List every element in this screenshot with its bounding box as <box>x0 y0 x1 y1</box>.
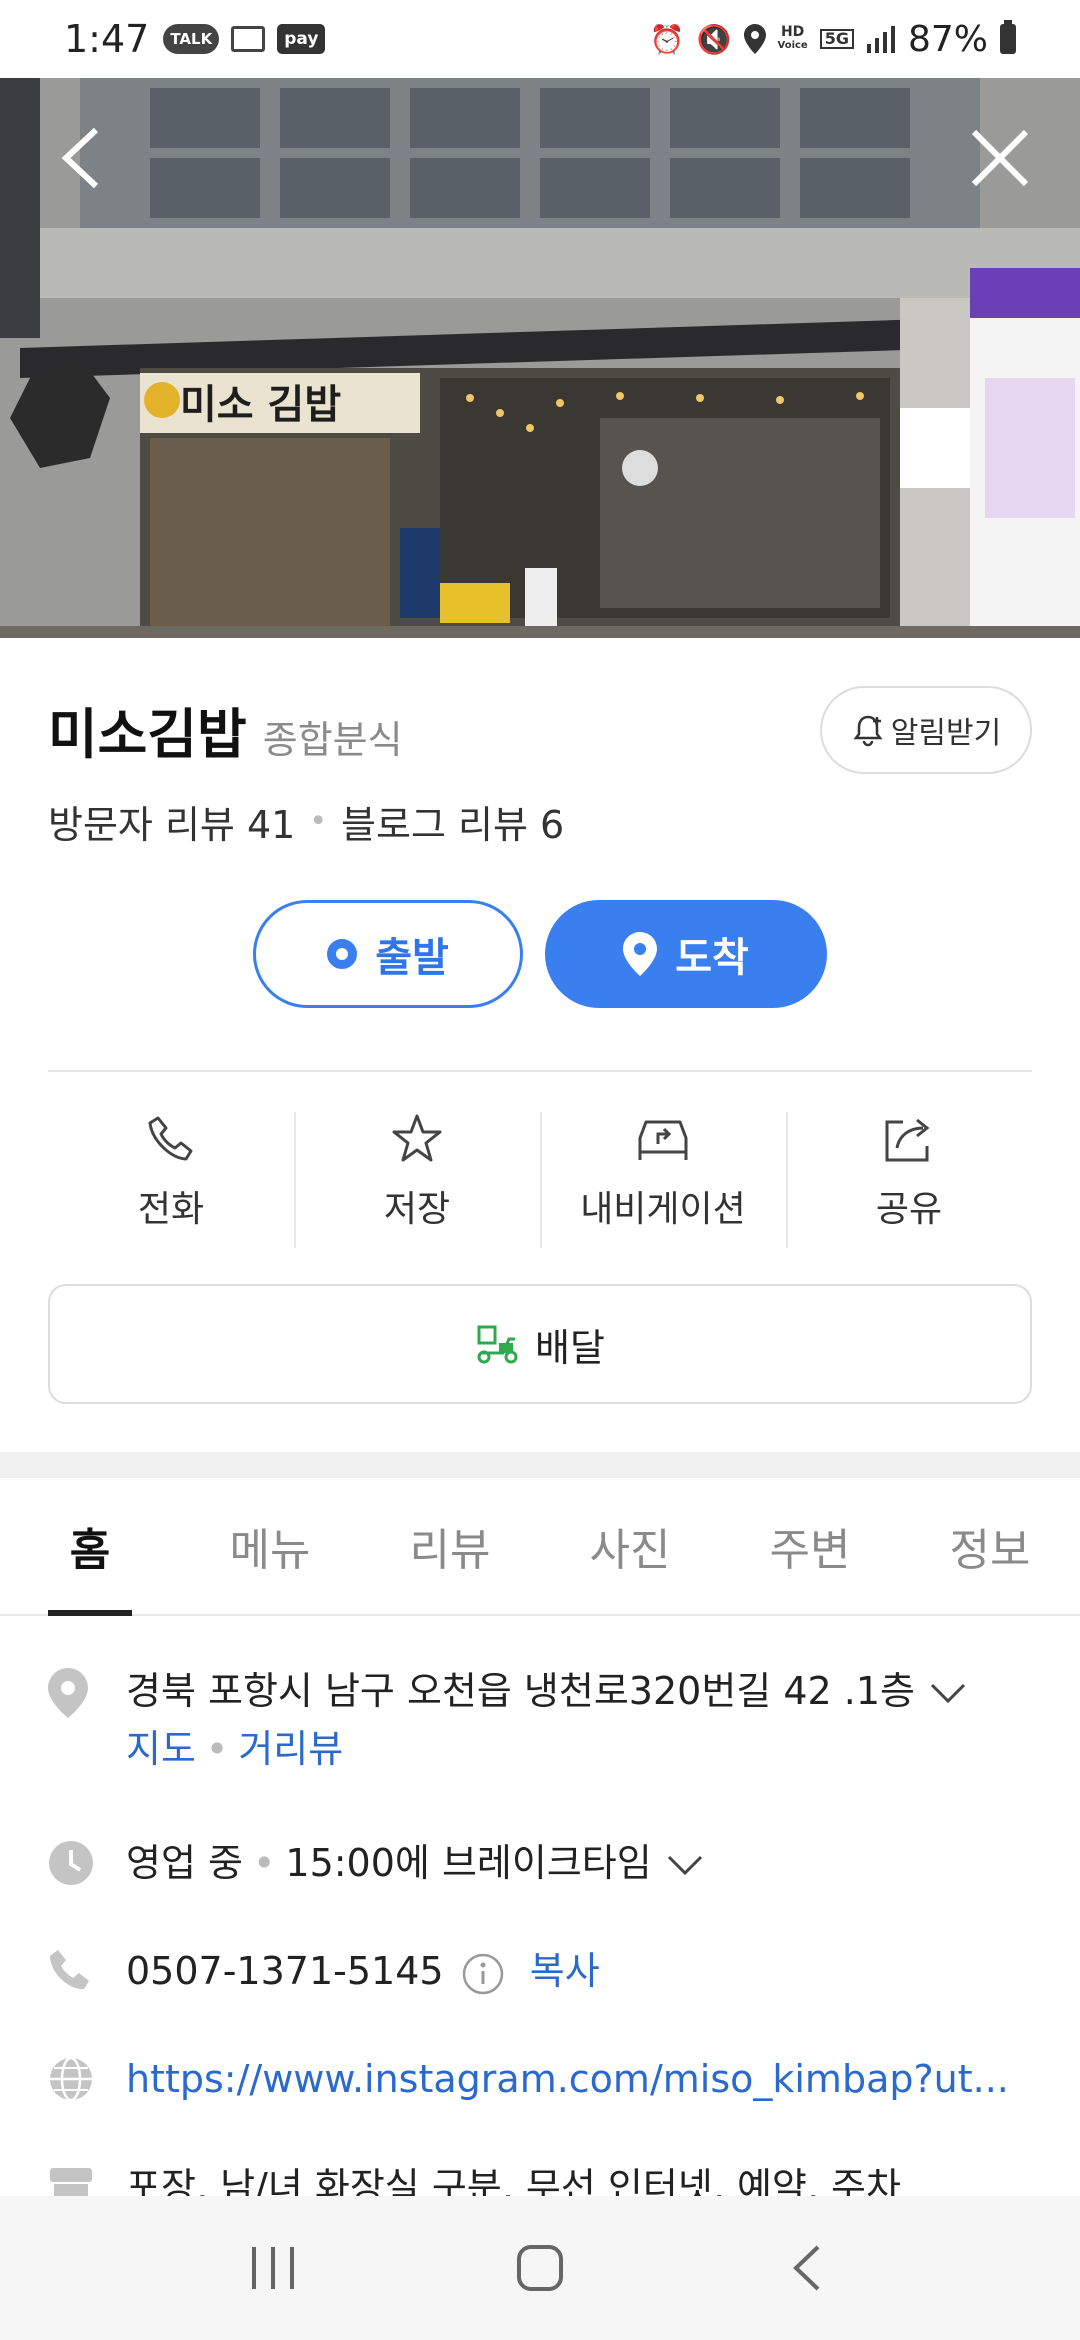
status-time: 1:47 <box>64 17 150 61</box>
delivery-scooter-icon <box>477 1325 518 1364</box>
street-view-link[interactable]: 거리뷰 <box>238 1727 343 1771</box>
system-back-button[interactable] <box>747 2228 867 2308</box>
delivery-button[interactable]: 배달 <box>48 1284 1032 1404</box>
storefront-photo: 미소 김밥 <box>0 78 1080 638</box>
back-button[interactable] <box>40 118 120 198</box>
location-icon <box>743 24 766 54</box>
share-icon <box>885 1118 930 1162</box>
pay-notification-icon: pay <box>277 24 326 54</box>
depart-dot-icon <box>327 939 358 969</box>
star-icon <box>392 1114 442 1162</box>
place-title-row: 미소김밥 종합분식 <box>48 690 403 769</box>
address-row: 경북 포항시 남구 오천읍 냉천로320번길 42 .1층 지도 • 거리뷰 <box>48 1662 1048 1778</box>
info-circle-icon[interactable] <box>462 1953 504 1995</box>
arrive-label: 도착 <box>675 935 749 981</box>
clock-icon <box>49 1841 93 1885</box>
network-5g-icon: 5G <box>819 29 854 49</box>
visitor-reviews-count: 41 <box>246 803 296 847</box>
battery-percent: 87% <box>907 18 988 60</box>
depart-label: 출발 <box>375 935 449 981</box>
share-action[interactable]: 공유 <box>786 1108 1032 1248</box>
navigation-label: 내비게이션 <box>580 1189 746 1230</box>
copy-phone-button[interactable]: 복사 <box>530 1949 600 1993</box>
call-action[interactable]: 전화 <box>48 1108 294 1248</box>
tab-home[interactable]: 홈 <box>0 1478 180 1616</box>
action-row: 전화 저장 내비게이션 공유 <box>48 1108 1032 1248</box>
card-notification-icon <box>231 26 266 52</box>
back-arrow-icon <box>792 2245 820 2291</box>
close-icon <box>971 129 1029 187</box>
chevron-down-icon <box>667 1855 702 1875</box>
alert-subscribe-button[interactable]: 알림받기 <box>820 686 1032 774</box>
place-photo[interactable]: 미소 김밥 <box>0 78 1080 638</box>
call-label: 전화 <box>137 1189 205 1230</box>
share-label: 공유 <box>875 1189 943 1230</box>
delivery-label: 배달 <box>535 1325 605 1370</box>
save-action[interactable]: 저장 <box>294 1108 540 1248</box>
location-pin-icon <box>48 1668 88 1718</box>
divider <box>48 1070 1032 1072</box>
store-sign-text: 미소 김밥 <box>180 382 341 428</box>
save-label: 저장 <box>383 1189 451 1230</box>
arrive-button[interactable]: 도착 <box>545 900 827 1008</box>
hd-voice-icon: HD Voice <box>777 24 808 51</box>
separator-dot: • <box>309 804 328 839</box>
phone-row: 0507-1371-5145 복사 <box>48 1942 1048 2000</box>
review-summary: 방문자 리뷰 41 • 블로그 리뷰 6 <box>48 794 564 849</box>
phone-icon <box>148 1116 193 1161</box>
chevron-down-icon <box>930 1683 966 1703</box>
address-line[interactable]: 경북 포항시 남구 오천읍 냉천로320번길 42 .1층 <box>126 1662 967 1720</box>
status-bar: 1:47 TALK pay ⏰ 🔇 HD Voice 5G 87% <box>0 0 1080 78</box>
visitor-reviews-label: 방문자 리뷰 <box>48 803 235 847</box>
tab-bar: 홈 메뉴 리뷰 사진 주변 정보 <box>0 1478 1080 1616</box>
tab-reviews[interactable]: 리뷰 <box>360 1478 540 1614</box>
route-buttons: 출발 도착 <box>0 900 1080 1008</box>
kakaotalk-notification-icon: TALK <box>163 24 220 54</box>
alarm-icon: ⏰ <box>649 22 685 56</box>
phone-number[interactable]: 0507-1371-5145 <box>126 1949 444 1993</box>
tab-menu[interactable]: 메뉴 <box>180 1478 360 1614</box>
home-button[interactable] <box>480 2228 600 2308</box>
open-status: 영업 중 <box>126 1841 243 1885</box>
map-link[interactable]: 지도 <box>126 1727 196 1771</box>
address-text: 경북 포항시 남구 오천읍 냉천로320번길 42 .1층 <box>126 1669 915 1713</box>
close-button[interactable] <box>960 118 1040 198</box>
blog-reviews-count: 6 <box>540 803 565 847</box>
home-icon <box>516 2245 563 2291</box>
section-separator <box>0 1452 1080 1478</box>
place-name: 미소김밥 <box>48 703 247 766</box>
website-link[interactable]: https://www.instagram.com/miso_kimbap?ut… <box>126 2057 1009 2101</box>
separator-dot: • <box>252 1841 276 1885</box>
chevron-left-icon <box>61 127 99 189</box>
recent-apps-button[interactable] <box>213 2228 333 2308</box>
mute-icon: 🔇 <box>696 22 732 56</box>
car-navigation-icon <box>638 1120 688 1160</box>
blog-reviews-label: 블로그 리뷰 <box>341 803 528 847</box>
tab-photos[interactable]: 사진 <box>540 1478 720 1614</box>
depart-button[interactable]: 출발 <box>253 900 523 1008</box>
system-nav-bar <box>0 2196 1080 2340</box>
website-row: https://www.instagram.com/miso_kimbap?ut… <box>48 2050 1048 2108</box>
hours-row[interactable]: 영업 중 • 15:00에 브레이크타임 <box>48 1834 1048 1892</box>
globe-icon <box>50 2056 92 2102</box>
phone-icon <box>50 1950 89 1990</box>
tab-nearby[interactable]: 주변 <box>720 1478 900 1614</box>
blog-reviews-link[interactable]: 블로그 리뷰 6 <box>341 794 564 849</box>
alert-subscribe-label: 알림받기 <box>890 716 1002 751</box>
battery-icon <box>1000 20 1016 54</box>
location-pin-icon <box>623 932 658 976</box>
bell-plus-icon <box>853 715 883 747</box>
navigation-action[interactable]: 내비게이션 <box>540 1108 786 1248</box>
place-category: 종합분식 <box>262 718 403 762</box>
separator-dot: • <box>205 1727 229 1771</box>
break-time-text: 15:00에 브레이크타임 <box>285 1841 652 1885</box>
visitor-reviews-link[interactable]: 방문자 리뷰 41 <box>48 794 295 849</box>
tab-info[interactable]: 정보 <box>900 1478 1080 1614</box>
signal-icon <box>866 26 895 53</box>
recent-apps-icon <box>252 2247 295 2289</box>
